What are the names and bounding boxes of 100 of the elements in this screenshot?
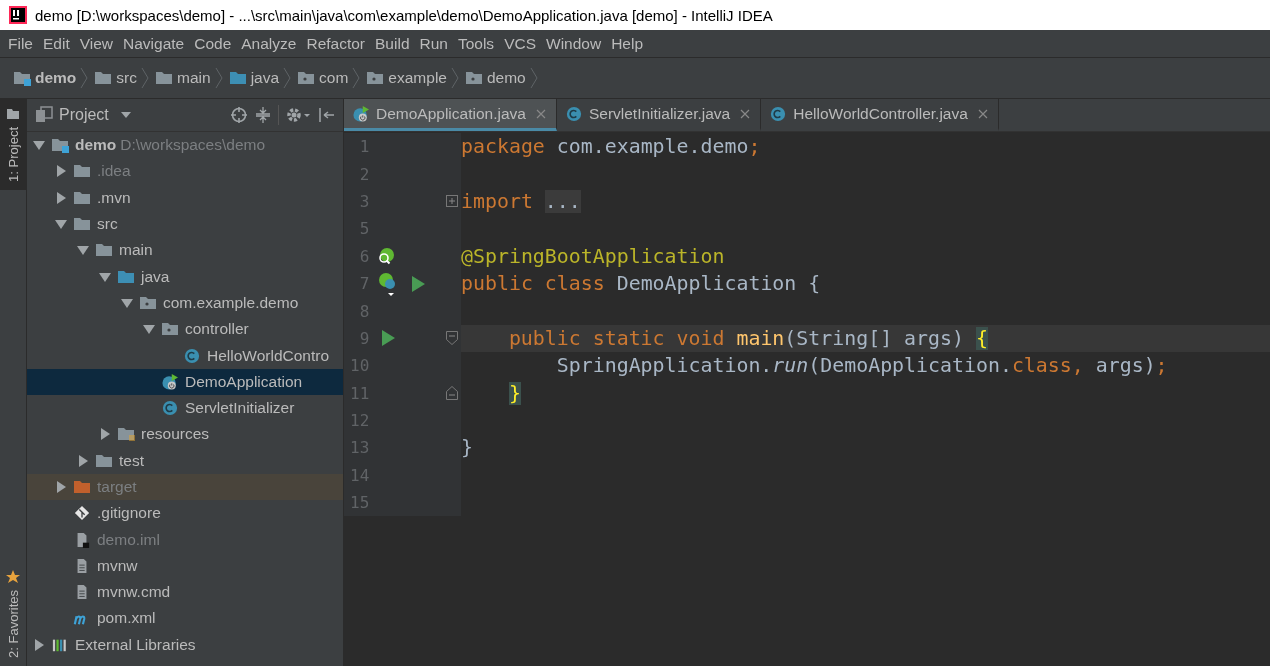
spring-bean-icon[interactable] [377,247,396,266]
collapse-arrow-icon[interactable] [33,139,45,152]
package-icon [366,70,385,86]
tree-item[interactable]: src [27,210,343,238]
menu-item[interactable]: Code [190,32,236,55]
panel-title[interactable]: Project [59,106,109,124]
breadcrumb-item[interactable]: example [363,69,450,87]
spring-class-icon [161,373,179,390]
expand-fold-icon[interactable] [446,194,458,209]
crosshair-icon[interactable] [230,106,248,124]
tree-item[interactable]: test [27,447,343,474]
code-text: SpringApplication. [556,354,773,378]
folder-icon [13,70,31,86]
package-icon [297,70,316,86]
collapse-arrow-icon[interactable] [55,218,67,231]
expand-arrow-icon[interactable] [55,481,67,493]
project-view-icon [35,106,53,124]
tree-item[interactable]: resources [27,421,343,448]
menu-item[interactable]: View [75,32,118,55]
collapse-all-icon[interactable] [254,106,272,124]
menu-item[interactable]: VCS [500,32,540,55]
tree-item[interactable]: HelloWorldContro [27,342,343,369]
close-icon[interactable] [535,108,546,119]
breadcrumb-item[interactable]: java [225,69,283,87]
tree-item[interactable]: java [27,263,343,290]
collapse-arrow-icon[interactable] [99,270,111,283]
tree-item[interactable]: demo D:\workspaces\demo [27,132,343,159]
package-icon [161,321,179,338]
run-icon[interactable] [381,330,396,347]
chevron-icon [352,67,361,89]
breadcrumb-item[interactable]: src [91,69,140,87]
folder-icon [117,426,135,443]
expand-arrow-icon[interactable] [55,191,67,204]
folder-icon [95,242,113,259]
expand-arrow-icon[interactable] [55,165,67,178]
tree-item[interactable]: .gitignore [27,500,343,527]
breadcrumb-item[interactable]: demo [10,69,80,87]
expand-arrow-icon[interactable] [77,454,89,467]
folder-icon [73,479,91,495]
code-annotation: @SpringBootApplication [461,244,725,268]
tree-item[interactable]: External Libraries [27,631,343,658]
code-keyword: public static void [508,326,725,350]
star-icon [6,570,20,585]
class-icon [183,347,201,364]
tool-window-tab[interactable]: 2: Favorites [0,562,26,666]
folder-icon [73,216,91,233]
class-icon [564,105,583,122]
tool-window-tab[interactable]: 1: Project [0,99,26,190]
gear-icon[interactable] [285,106,311,124]
spring-class-icon[interactable] [377,271,398,296]
menu-item[interactable]: Run [415,32,452,55]
window-title: demo [D:\workspaces\demo] - ...\src\main\java\com\example\demo\DemoApplication.java [demo] - IntelliJ IDEA [35,6,773,24]
expand-arrow-icon[interactable] [33,638,45,651]
caret-icon[interactable] [120,112,131,118]
menu-item[interactable]: Analyze [237,32,301,55]
folded-code: ... [544,189,581,213]
breadcrumb-item[interactable]: main [152,69,214,87]
editor-tab[interactable]: DemoApplication.java [344,99,557,131]
menu-item[interactable]: Build [371,32,414,55]
collapse-fold-icon[interactable] [446,331,458,346]
collapse-fold-icon[interactable] [446,386,458,401]
close-icon[interactable] [977,108,988,119]
folder-icon [117,268,135,285]
app-logo-icon [9,6,27,24]
tree-item[interactable]: mvnw.cmd [27,579,343,606]
folder-icon [73,189,91,206]
collapse-arrow-icon[interactable] [77,244,89,257]
folder-icon [95,452,113,469]
chevron-icon [529,67,538,89]
tree-item[interactable]: ServletInitializer [27,394,343,422]
collapse-arrow-icon[interactable] [143,323,155,336]
menu-item[interactable]: Tools [453,32,499,55]
menu-item[interactable]: Refactor [302,32,370,55]
matched-brace: { [975,326,988,350]
menu-item[interactable]: Navigate [119,32,189,55]
menu-item[interactable]: Edit [39,32,74,55]
code-text: } [461,436,473,460]
close-icon[interactable] [740,108,751,119]
folder-icon [228,70,247,86]
breadcrumb-item[interactable]: demo [461,69,529,87]
hide-panel-icon[interactable] [317,106,335,124]
chevron-icon [141,67,149,89]
tree-item[interactable]: mvnw [27,552,343,580]
tree-item[interactable]: .mvn [27,184,343,211]
breadcrumb-item[interactable]: com [294,69,352,87]
menu-item[interactable]: Help [607,32,648,55]
editor-tab[interactable]: HelloWorldController.java [761,99,999,131]
menu-item[interactable]: Window [542,32,606,55]
expand-arrow-icon[interactable] [99,428,111,441]
tree-item[interactable]: main [27,237,343,264]
tree-item[interactable]: pom.xml [27,605,343,632]
menu-item[interactable]: File [4,32,37,55]
editor-tab[interactable]: ServletInitializer.java [556,99,762,131]
tree-item[interactable]: DemoApplication [27,368,343,395]
run-icon[interactable] [411,275,426,292]
collapse-arrow-icon[interactable] [121,296,133,309]
tree-item[interactable]: com.example.demo [27,289,343,317]
code-method: main [735,326,785,350]
code-keyword: ; [748,135,761,159]
tree-item[interactable]: controller [27,316,343,343]
